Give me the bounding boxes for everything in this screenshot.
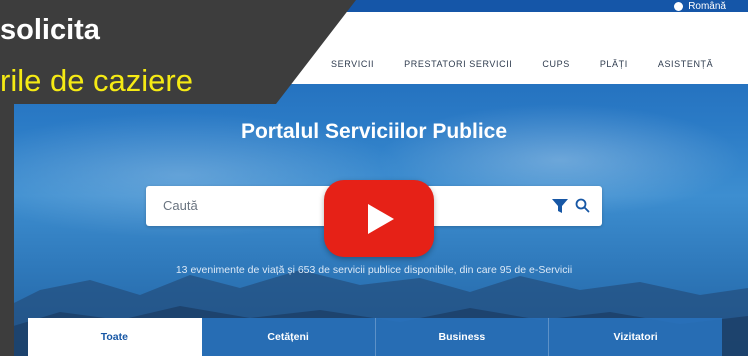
page-title: Portalul Serviciilor Publice xyxy=(240,120,508,143)
play-button[interactable] xyxy=(324,180,434,257)
nav-item-asistenta[interactable]: ASISTENȚĂ xyxy=(658,59,713,69)
tab-vizitatori[interactable]: Vizitatori xyxy=(549,318,722,356)
caption-line-2: rile de caziere xyxy=(0,63,193,98)
left-frame-bar xyxy=(0,104,14,356)
tab-business[interactable]: Business xyxy=(375,318,550,356)
nav-item-servicii[interactable]: SERVICII xyxy=(331,59,374,69)
globe-icon xyxy=(674,1,684,11)
nav-item-cups[interactable]: CUPS xyxy=(542,59,569,69)
search-icon[interactable] xyxy=(575,198,590,213)
filter-icon[interactable] xyxy=(552,199,568,213)
tab-cetateni[interactable]: Cetățeni xyxy=(201,318,376,356)
caption-line-1: solicita xyxy=(0,14,100,46)
video-thumbnail[interactable]: Română SERVICII PRESTATORI SERVICII CUPS… xyxy=(0,0,748,356)
language-selector[interactable]: Română xyxy=(674,0,726,12)
nav-menu: SERVICII PRESTATORI SERVICII CUPS PLĂȚI … xyxy=(331,59,743,69)
nav-item-prestatori-servicii[interactable]: PRESTATORI SERVICII xyxy=(404,59,512,69)
language-label: Română xyxy=(688,0,726,12)
play-icon xyxy=(368,204,394,234)
audience-tabs: Toate Cetățeni Business Vizitatori xyxy=(28,318,722,356)
tab-toate[interactable]: Toate xyxy=(28,318,202,356)
nav-item-plati[interactable]: PLĂȚI xyxy=(600,59,628,69)
stats-text: 13 evenimente de viață și 653 de servici… xyxy=(175,264,573,276)
